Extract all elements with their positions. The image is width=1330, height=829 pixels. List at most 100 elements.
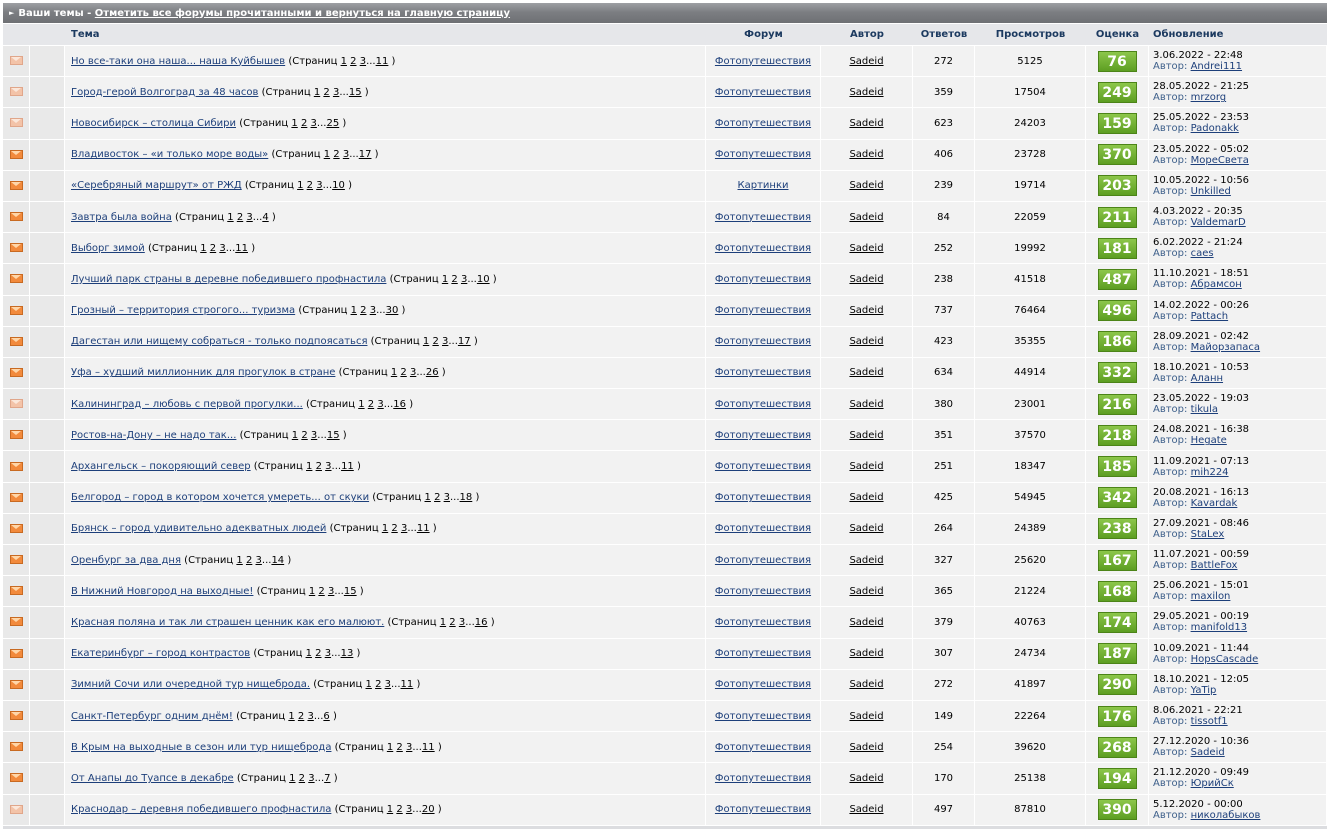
forum-link[interactable]: Фотопутешествия — [715, 274, 811, 285]
last-author-link[interactable]: mih224 — [1191, 467, 1229, 478]
page-link-2[interactable]: 2 — [400, 367, 406, 378]
author-link[interactable]: Sadeid — [849, 399, 883, 410]
forum-link[interactable]: Фотопутешествия — [715, 367, 811, 378]
topic-title-link[interactable]: Новосибирск – столица Сибири — [71, 118, 236, 129]
page-link-2[interactable]: 2 — [301, 430, 307, 441]
page-link-1[interactable]: 1 — [289, 773, 295, 784]
author-link[interactable]: Sadeid — [849, 461, 883, 472]
forum-link[interactable]: Фотопутешествия — [715, 711, 811, 722]
last-author-link[interactable]: МореСвета — [1191, 155, 1249, 166]
last-author-link[interactable]: manifold13 — [1191, 622, 1247, 633]
topic-title-link[interactable]: Владивосток – «и только море воды» — [71, 149, 268, 160]
topic-title-link[interactable]: От Анапы до Туапсе в декабре — [71, 773, 234, 784]
forum-link[interactable]: Фотопутешествия — [715, 679, 811, 690]
page-link-1[interactable]: 1 — [366, 679, 372, 690]
author-link[interactable]: Sadeid — [849, 804, 883, 815]
mark-all-read-link[interactable]: Отметить все форумы прочитанными и верну… — [95, 8, 510, 19]
author-link[interactable]: Sadeid — [849, 773, 883, 784]
forum-link[interactable]: Фотопутешествия — [715, 87, 811, 98]
last-author-link[interactable]: Unkilled — [1191, 186, 1231, 197]
page-link-1[interactable]: 1 — [297, 180, 303, 191]
page-link-2[interactable]: 2 — [246, 555, 252, 566]
forum-link[interactable]: Фотопутешествия — [715, 773, 811, 784]
page-link-1[interactable]: 1 — [309, 586, 315, 597]
forum-link[interactable]: Картинки — [738, 180, 789, 191]
topic-title-link[interactable]: Лучший парк страны в деревне победившего… — [71, 274, 386, 285]
page-link-1[interactable]: 1 — [227, 212, 233, 223]
topic-title-link[interactable]: В Крым на выходные в сезон или тур нищеб… — [71, 742, 331, 753]
author-link[interactable]: Sadeid — [849, 523, 883, 534]
page-link-1[interactable]: 1 — [324, 149, 330, 160]
topic-title-link[interactable]: Уфа – худший миллионник для прогулок в с… — [71, 367, 335, 378]
forum-link[interactable]: Фотопутешествия — [715, 461, 811, 472]
page-link-last[interactable]: 11 — [376, 56, 389, 67]
topic-title-link[interactable]: Брянск – город удивительно адекватных лю… — [71, 523, 326, 534]
forum-link[interactable]: Фотопутешествия — [715, 305, 811, 316]
page-link-last[interactable]: 11 — [235, 243, 248, 254]
page-link-1[interactable]: 1 — [423, 336, 429, 347]
topic-title-link[interactable]: В Нижний Новгород на выходные! — [71, 586, 253, 597]
last-author-link[interactable]: tissotf1 — [1191, 716, 1228, 727]
author-link[interactable]: Sadeid — [849, 648, 883, 659]
page-link-2[interactable]: 2 — [432, 336, 438, 347]
page-link-last[interactable]: 17 — [359, 149, 372, 160]
page-link-1[interactable]: 1 — [382, 523, 388, 534]
forum-link[interactable]: Фотопутешествия — [715, 118, 811, 129]
page-link-2[interactable]: 2 — [316, 461, 322, 472]
last-author-link[interactable]: николабыков — [1191, 810, 1261, 821]
author-link[interactable]: Sadeid — [849, 118, 883, 129]
forum-link[interactable]: Фотопутешествия — [715, 399, 811, 410]
page-link-2[interactable]: 2 — [301, 118, 307, 129]
page-link-last[interactable]: 4 — [262, 212, 268, 223]
page-link-last[interactable]: 16 — [393, 399, 406, 410]
page-link-last[interactable]: 30 — [386, 305, 399, 316]
forum-link[interactable]: Фотопутешествия — [715, 492, 811, 503]
forum-link[interactable]: Фотопутешествия — [715, 56, 811, 67]
topic-title-link[interactable]: Дагестан или нищему собраться - только п… — [71, 336, 367, 347]
page-link-2[interactable]: 2 — [449, 617, 455, 628]
last-author-link[interactable]: Padonakk — [1191, 123, 1239, 134]
forum-link[interactable]: Фотопутешествия — [715, 430, 811, 441]
last-author-link[interactable]: Аланн — [1191, 373, 1223, 384]
author-link[interactable]: Sadeid — [849, 492, 883, 503]
topic-title-link[interactable]: Архангельск – покоряющий север — [71, 461, 251, 472]
last-author-link[interactable]: StaLex — [1191, 529, 1225, 540]
page-link-1[interactable]: 1 — [341, 56, 347, 67]
author-link[interactable]: Sadeid — [849, 742, 883, 753]
page-link-last[interactable]: 10 — [332, 180, 345, 191]
page-link-1[interactable]: 1 — [387, 804, 393, 815]
page-link-2[interactable]: 2 — [298, 711, 304, 722]
page-link-last[interactable]: 20 — [422, 804, 435, 815]
last-author-link[interactable]: Andrei111 — [1191, 61, 1242, 72]
page-link-1[interactable]: 1 — [236, 555, 242, 566]
author-link[interactable]: Sadeid — [849, 679, 883, 690]
page-link-2[interactable]: 2 — [333, 149, 339, 160]
page-link-1[interactable]: 1 — [292, 430, 298, 441]
author-link[interactable]: Sadeid — [849, 274, 883, 285]
last-author-link[interactable]: Kavardak — [1191, 498, 1238, 509]
author-link[interactable]: Sadeid — [849, 711, 883, 722]
page-link-2[interactable]: 2 — [451, 274, 457, 285]
topic-title-link[interactable]: Зимний Сочи или очередной тур нищеброда. — [71, 679, 310, 690]
page-link-2[interactable]: 2 — [396, 742, 402, 753]
page-link-1[interactable]: 1 — [387, 742, 393, 753]
last-author-link[interactable]: BattleFox — [1191, 560, 1238, 571]
author-link[interactable]: Sadeid — [849, 555, 883, 566]
topic-title-link[interactable]: Выборг зимой — [71, 243, 145, 254]
author-link[interactable]: Sadeid — [849, 87, 883, 98]
page-link-1[interactable]: 1 — [351, 305, 357, 316]
topic-title-link[interactable]: Екатеринбург – город контрастов — [71, 648, 250, 659]
last-author-link[interactable]: Sadeid — [1191, 747, 1225, 758]
page-link-2[interactable]: 2 — [210, 243, 216, 254]
page-link-last[interactable]: 15 — [349, 87, 362, 98]
topic-title-link[interactable]: Санкт-Петербург одним днём! — [71, 711, 233, 722]
author-link[interactable]: Sadeid — [849, 56, 883, 67]
page-link-1[interactable]: 1 — [200, 243, 206, 254]
page-link-1[interactable]: 1 — [442, 274, 448, 285]
page-link-1[interactable]: 1 — [440, 617, 446, 628]
page-link-last[interactable]: 11 — [401, 679, 414, 690]
page-link-2[interactable]: 2 — [307, 180, 313, 191]
page-link-1[interactable]: 1 — [358, 399, 364, 410]
page-link-2[interactable]: 2 — [318, 586, 324, 597]
page-link-2[interactable]: 2 — [237, 212, 243, 223]
